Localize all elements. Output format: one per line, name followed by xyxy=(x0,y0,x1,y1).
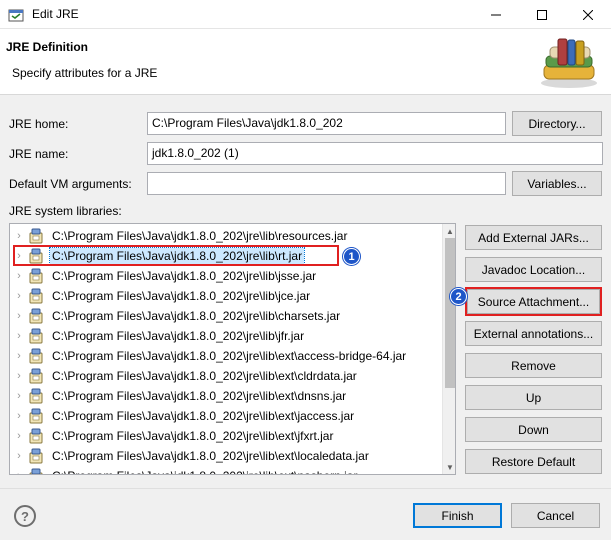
chevron-right-icon[interactable]: › xyxy=(10,330,28,342)
annotation-badge-2: 2 xyxy=(450,288,467,305)
header-title: JRE Definition xyxy=(6,40,89,54)
library-path: C:\Program Files\Java\jdk1.8.0_202\jre\l… xyxy=(52,369,357,383)
jar-file-icon xyxy=(29,408,43,424)
chevron-right-icon[interactable]: › xyxy=(10,370,28,382)
chevron-right-icon[interactable]: › xyxy=(10,230,28,242)
dialog-footer: ? Finish Cancel xyxy=(0,488,611,540)
chevron-right-icon[interactable]: › xyxy=(10,290,28,302)
library-path: C:\Program Files\Java\jdk1.8.0_202\jre\l… xyxy=(52,449,369,463)
chevron-right-icon[interactable]: › xyxy=(10,390,28,402)
library-path: C:\Program Files\Java\jdk1.8.0_202\jre\l… xyxy=(52,349,407,363)
minimize-button[interactable] xyxy=(473,0,519,29)
external-annotations-button[interactable]: External annotations... xyxy=(465,321,602,346)
app-icon xyxy=(8,9,24,22)
jar-file-icon xyxy=(29,468,43,474)
jar-file-icon xyxy=(29,268,43,284)
chevron-right-icon[interactable]: › xyxy=(10,350,28,362)
library-list-item[interactable]: › C:\Program Files\Java\jdk1.8.0_202\jre\… xyxy=(10,406,444,426)
library-path: C:\Program Files\Java\jdk1.8.0_202\jre\l… xyxy=(52,429,334,443)
restore-default-button[interactable]: Restore Default xyxy=(465,449,602,474)
scroll-up-arrow-icon[interactable]: ▲ xyxy=(443,224,455,238)
library-list-item[interactable]: › C:\Program Files\Java\jdk1.8.0_202\jre\… xyxy=(10,386,444,406)
close-icon xyxy=(583,9,593,20)
annotation-badge-1: 1 xyxy=(343,248,360,265)
vm-args-field[interactable] xyxy=(147,172,506,195)
chevron-right-icon[interactable]: › xyxy=(10,310,28,322)
jar-file-icon xyxy=(29,388,43,404)
maximize-button[interactable] xyxy=(519,0,565,29)
chevron-right-icon[interactable]: › xyxy=(10,430,28,442)
jar-file-icon xyxy=(29,328,43,344)
library-path: C:\Program Files\Java\jdk1.8.0_202\jre\l… xyxy=(50,468,359,474)
remove-button[interactable]: Remove xyxy=(465,353,602,378)
library-list-item[interactable]: › C:\Program Files\Java\jdk1.8.0_202\jre\… xyxy=(10,466,444,474)
directory-button[interactable]: Directory... xyxy=(512,111,602,136)
scroll-down-arrow-icon[interactable]: ▼ xyxy=(443,460,455,474)
library-path: C:\Program Files\Java\jdk1.8.0_202\jre\l… xyxy=(52,329,305,343)
down-button[interactable]: Down xyxy=(465,417,602,442)
chevron-right-icon[interactable]: › xyxy=(10,270,28,282)
jar-file-icon xyxy=(29,428,43,444)
jar-file-icon xyxy=(29,448,43,464)
chevron-right-icon[interactable]: › xyxy=(10,410,28,422)
header-description: Specify attributes for a JRE xyxy=(12,66,158,80)
library-list-item[interactable]: › C:\Program Files\Java\jdk1.8.0_202\jre\… xyxy=(10,366,444,386)
up-button[interactable]: Up xyxy=(465,385,602,410)
library-list-item[interactable]: › C:\Program Files\Java\jdk1.8.0_202\jre\… xyxy=(10,286,444,306)
library-list-item[interactable]: › C:\Program Files\Java\jdk1.8.0_202\jre\… xyxy=(10,346,444,366)
library-path: C:\Program Files\Java\jdk1.8.0_202\jre\l… xyxy=(52,409,355,423)
vm-args-label: Default VM arguments: xyxy=(9,177,132,191)
maximize-icon xyxy=(537,9,547,20)
jar-file-icon xyxy=(29,348,43,364)
scrollbar-thumb[interactable] xyxy=(445,238,455,388)
vertical-scrollbar[interactable]: ▲ ▼ xyxy=(442,224,455,474)
library-path: C:\Program Files\Java\jdk1.8.0_202\jre\l… xyxy=(52,309,341,323)
library-path: C:\Program Files\Java\jdk1.8.0_202\jre\l… xyxy=(52,229,348,243)
dialog-header: JRE Definition Specify attributes for a … xyxy=(0,29,611,95)
add-external-jars-button[interactable]: Add External JARs... xyxy=(465,225,602,250)
jar-file-icon xyxy=(29,308,43,324)
library-path: C:\Program Files\Java\jdk1.8.0_202\jre\l… xyxy=(52,389,347,403)
chevron-right-icon[interactable]: › xyxy=(10,470,28,474)
finish-button[interactable]: Finish xyxy=(413,503,502,528)
library-list-item[interactable]: › C:\Program Files\Java\jdk1.8.0_202\jre\… xyxy=(10,426,444,446)
variables-button[interactable]: Variables... xyxy=(512,171,602,196)
window-title: Edit JRE xyxy=(32,7,79,21)
libraries-label: JRE system libraries: xyxy=(9,204,122,218)
library-path: C:\Program Files\Java\jdk1.8.0_202\jre\l… xyxy=(52,289,311,303)
title-bar: Edit JRE xyxy=(0,0,611,29)
library-list-item[interactable]: › C:\Program Files\Java\jdk1.8.0_202\jre\… xyxy=(10,266,444,286)
library-path: C:\Program Files\Java\jdk1.8.0_202\jre\l… xyxy=(52,269,317,283)
jar-file-icon xyxy=(29,368,43,384)
cancel-button[interactable]: Cancel xyxy=(511,503,600,528)
jre-name-field[interactable]: jdk1.8.0_202 (1) xyxy=(147,142,603,165)
jar-file-icon xyxy=(29,288,43,304)
highlight-source-attachment xyxy=(465,287,602,316)
javadoc-location-button[interactable]: Javadoc Location... xyxy=(465,257,602,282)
help-icon[interactable]: ? xyxy=(14,505,36,527)
library-list-item[interactable]: › C:\Program Files\Java\jdk1.8.0_202\jre\… xyxy=(10,326,444,346)
minimize-icon xyxy=(491,14,501,15)
jre-home-field[interactable]: C:\Program Files\Java\jdk1.8.0_202 xyxy=(147,112,506,135)
jar-file-icon xyxy=(29,228,43,244)
jre-name-label: JRE name: xyxy=(9,147,69,161)
library-list-item[interactable]: › C:\Program Files\Java\jdk1.8.0_202\jre\… xyxy=(10,306,444,326)
library-list-item[interactable]: › C:\Program Files\Java\jdk1.8.0_202\jre\… xyxy=(10,446,444,466)
chevron-right-icon[interactable]: › xyxy=(10,450,28,462)
close-button[interactable] xyxy=(565,0,611,29)
library-books-icon xyxy=(541,38,597,88)
jre-home-label: JRE home: xyxy=(9,117,69,131)
library-list-item[interactable]: › C:\Program Files\Java\jdk1.8.0_202\jre\… xyxy=(10,226,444,246)
highlight-rt-jar xyxy=(13,245,339,266)
